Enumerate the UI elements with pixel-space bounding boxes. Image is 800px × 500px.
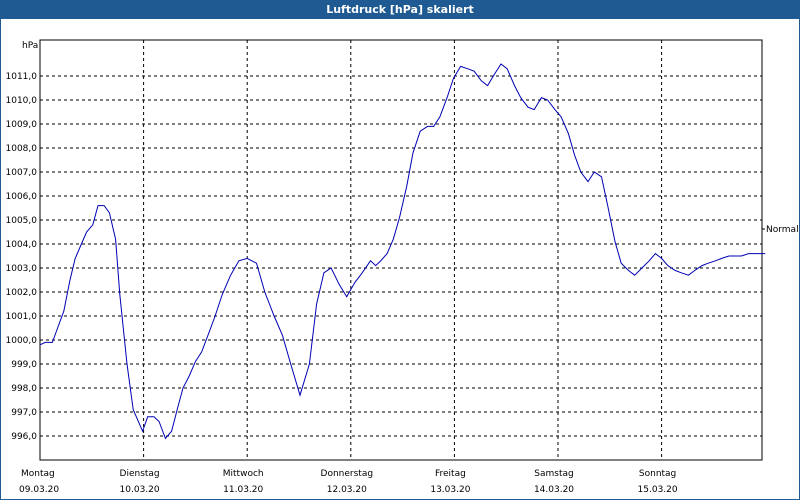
x-tick-date-label: 14.03.20 (534, 485, 574, 495)
x-tick-day-label: Donnerstag (321, 469, 374, 479)
y-tick-label: 1007,0 (6, 168, 38, 178)
x-tick-date-label: 15.03.20 (638, 485, 678, 495)
x-tick-date-label: 11.03.20 (223, 485, 263, 495)
y-tick-label: 1009,0 (6, 120, 38, 130)
y-tick-label: 1006,0 (6, 192, 38, 202)
y-tick-label: 1008,0 (6, 144, 38, 154)
x-tick-day-label: Mittwoch (223, 469, 264, 479)
y-tick-label: 996,0 (11, 432, 37, 442)
x-axis-labels: Montag 09.03.20 Dienstag 10.03.20 Mittwoch 11… (19, 469, 678, 495)
y-tick-label: 1003,0 (6, 264, 38, 274)
x-tick-day-label: Montag (21, 469, 55, 479)
line-chart: 996,0 997,0 998,0 999,0 1000,0 1001,0 1002,0 10… (6, 39, 799, 495)
y-tick-label: 997,0 (11, 408, 37, 418)
y-tick-label: 1001,0 (6, 312, 38, 322)
reference-label: Normal (766, 225, 799, 235)
y-tick-label: 1005,0 (6, 216, 38, 226)
y-tick-label: 998,0 (11, 384, 37, 394)
x-tick-day-label: Freitag (435, 469, 466, 479)
y-tick-label: 1000,0 (6, 336, 38, 346)
x-tick-date-label: 12.03.20 (327, 485, 367, 495)
y-axis-unit: hPa (22, 41, 38, 51)
y-tick-label: 1004,0 (6, 240, 38, 250)
x-tick-day-label: Sonntag (639, 469, 676, 479)
y-tick-label: 999,0 (11, 360, 37, 370)
x-tick-date-label: 10.03.20 (120, 485, 160, 495)
y-tick-label: 1010,0 (6, 96, 38, 106)
x-tick-day-label: Dienstag (120, 469, 160, 479)
x-tick-date-label: 09.03.20 (19, 485, 59, 495)
plot-area (39, 39, 763, 461)
y-axis-labels: 996,0 997,0 998,0 999,0 1000,0 1001,0 1002,0 10… (6, 72, 38, 442)
x-tick-day-label: Samstag (534, 469, 573, 479)
x-tick-date-label: 13.03.20 (430, 485, 470, 495)
y-tick-label: 1002,0 (6, 288, 38, 298)
y-tick-label: 1011,0 (6, 72, 38, 82)
